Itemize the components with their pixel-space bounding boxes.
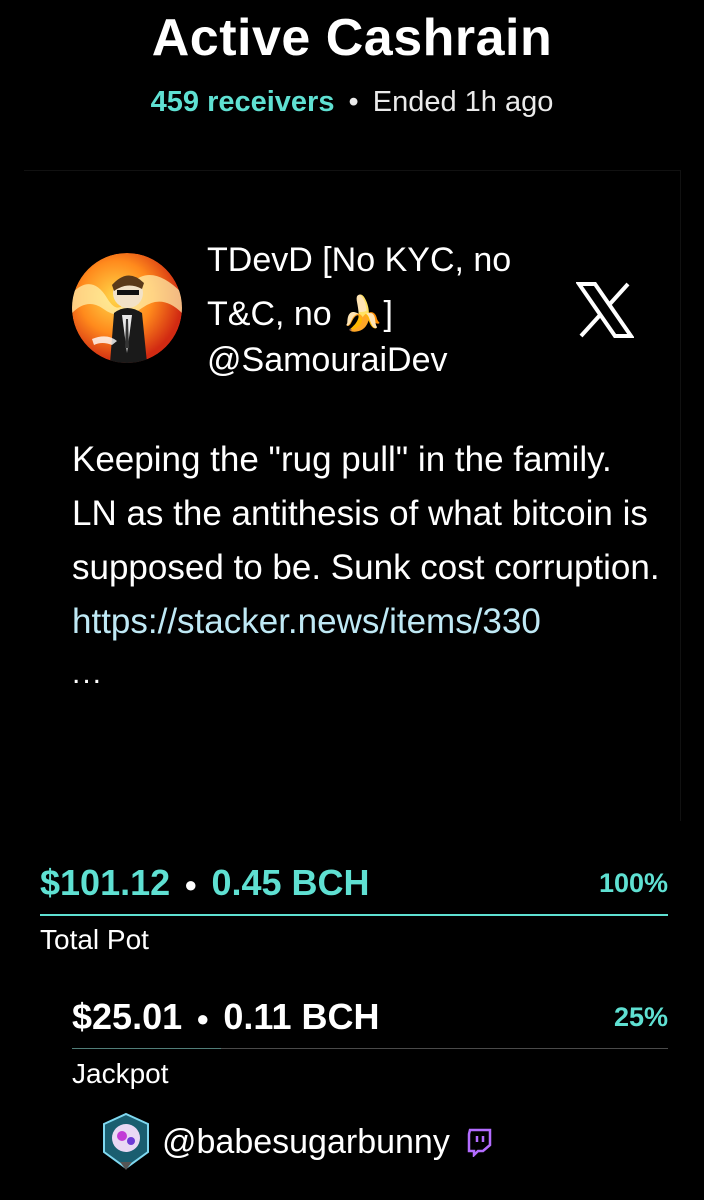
tweet-link[interactable]: https://stacker.news/items/330 bbox=[72, 595, 662, 649]
jackpot-bch: 0.11 BCH bbox=[223, 996, 380, 1037]
ended-status: Ended 1h ago bbox=[372, 86, 554, 118]
x-logo-icon[interactable] bbox=[576, 281, 634, 339]
author-name[interactable]: TDevD [No KYC, no T&C, no 🍌] bbox=[207, 233, 527, 341]
jackpot-bar bbox=[72, 1048, 221, 1049]
total-pot-amount: $101.12 ● 0.45 BCH bbox=[40, 862, 370, 904]
total-pot-usd: $101.12 bbox=[40, 862, 171, 903]
total-pot-row: $101.12 ● 0.45 BCH 100% bbox=[40, 862, 668, 904]
total-pot-bch: 0.45 BCH bbox=[211, 862, 370, 903]
tweet-body: Keeping the "rug pull" in the family. LN… bbox=[72, 440, 660, 587]
cashrain-status: 459 receivers • Ended 1h ago bbox=[0, 86, 704, 119]
tweet-ellipsis: ... bbox=[72, 657, 104, 690]
page-title: Active Cashrain bbox=[151, 9, 553, 67]
receivers-count: 459 receivers bbox=[150, 86, 335, 118]
jackpot-label: Jackpot bbox=[72, 1058, 169, 1089]
author-avatar[interactable] bbox=[72, 253, 182, 363]
separator-dot: • bbox=[348, 86, 359, 118]
separator-dot: ● bbox=[196, 1006, 210, 1032]
total-pot-label: Total Pot bbox=[40, 924, 149, 955]
tweet-text: Keeping the "rug pull" in the family. LN… bbox=[72, 433, 662, 689]
total-pot-percent: 100% bbox=[598, 867, 668, 898]
separator-dot: ● bbox=[184, 872, 198, 898]
winner-avatar[interactable] bbox=[100, 1112, 152, 1172]
avatar-image-icon bbox=[72, 253, 182, 363]
total-pot-bar bbox=[40, 914, 668, 916]
jackpot-row: $25.01 ● 0.11 BCH 25% bbox=[72, 996, 668, 1038]
jackpot-usd: $25.01 bbox=[72, 996, 183, 1037]
jackpot-amount: $25.01 ● 0.11 BCH bbox=[72, 996, 379, 1038]
winner-handle[interactable]: @babesugarbunny bbox=[162, 1123, 450, 1162]
tweet-card[interactable]: TDevD [No KYC, no T&C, no 🍌] @SamouraiDe… bbox=[24, 170, 681, 821]
jackpot-percent: 25% bbox=[613, 1001, 668, 1032]
author-handle[interactable]: @SamouraiDev bbox=[207, 341, 448, 380]
twitch-icon[interactable] bbox=[464, 1127, 494, 1157]
winner-row[interactable]: @babesugarbunny bbox=[100, 1112, 494, 1172]
